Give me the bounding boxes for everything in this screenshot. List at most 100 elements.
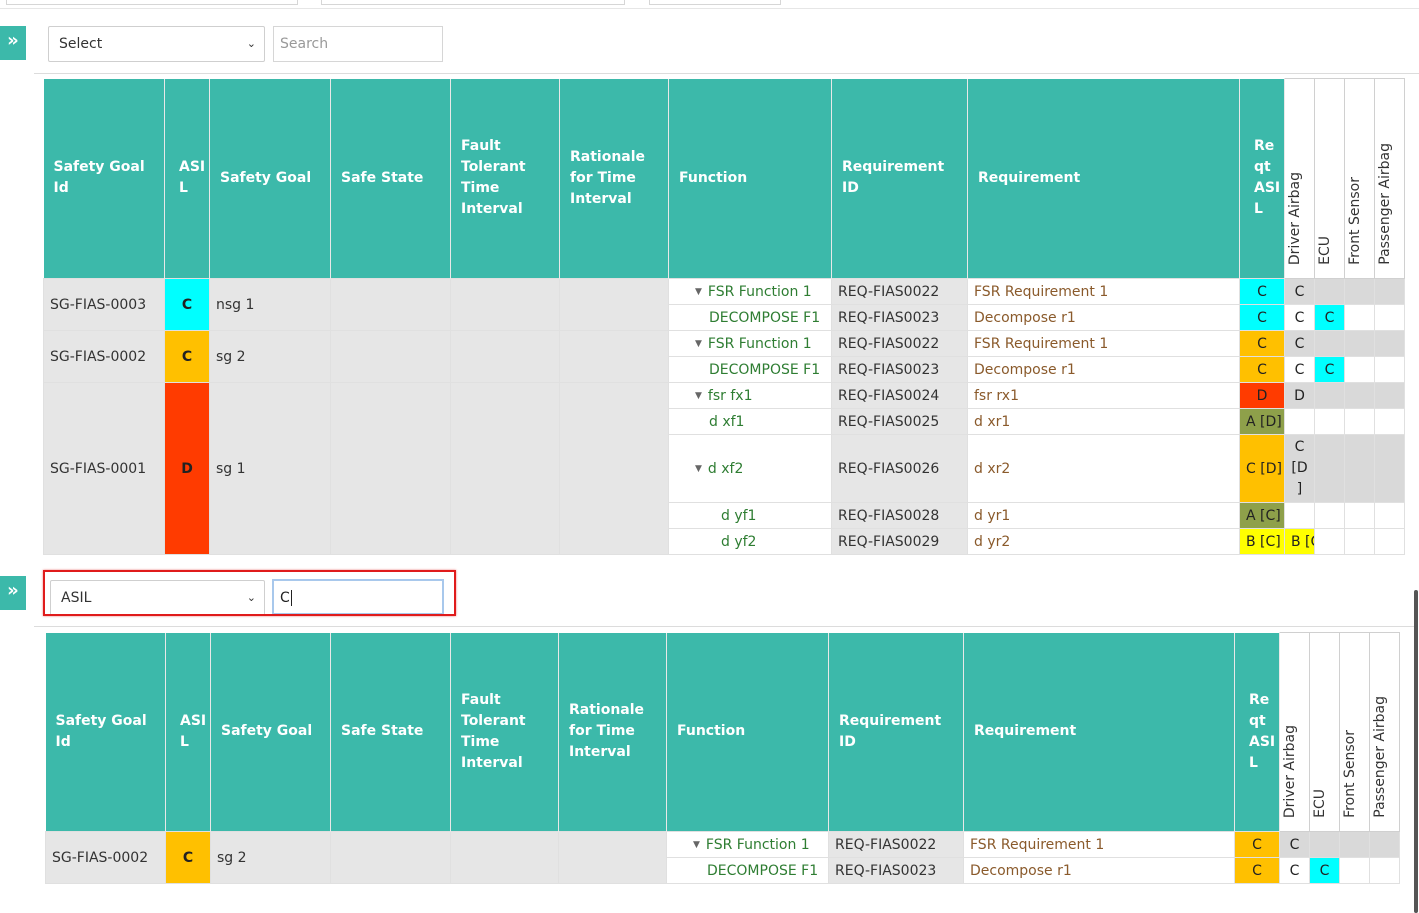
- col-header-requirement-id[interactable]: Requirement ID: [831, 78, 968, 279]
- requirement-cell[interactable]: d xr1: [967, 408, 1240, 435]
- col-header-front-sensor[interactable]: Front Sensor: [1344, 78, 1375, 279]
- col-header-asil[interactable]: ASI L: [165, 632, 211, 832]
- alloc-cell-front-sensor[interactable]: [1344, 408, 1375, 435]
- alloc-cell-front-sensor[interactable]: [1344, 502, 1375, 529]
- requirement-cell[interactable]: fsr rx1: [967, 382, 1240, 409]
- alloc-cell-passenger-airbag[interactable]: [1374, 278, 1405, 305]
- alloc-cell-passenger-airbag[interactable]: [1374, 356, 1405, 383]
- alloc-cell-passenger-airbag[interactable]: [1374, 330, 1405, 357]
- col-header-front-sensor[interactable]: Front Sensor: [1339, 632, 1370, 832]
- requirement-cell[interactable]: d yr1: [967, 502, 1240, 529]
- function-cell[interactable]: DECOMPOSE F1: [668, 304, 832, 331]
- function-cell[interactable]: d xf1: [668, 408, 832, 435]
- function-cell[interactable]: d yf2: [668, 528, 832, 555]
- alloc-cell-driver-airbag[interactable]: C: [1284, 356, 1315, 383]
- scrollbar[interactable]: [1414, 590, 1418, 913]
- alloc-cell-passenger-airbag[interactable]: [1374, 408, 1405, 435]
- expand-sidebar-button[interactable]: »: [0, 576, 26, 610]
- alloc-cell-driver-airbag[interactable]: C: [1279, 857, 1310, 884]
- function-cell[interactable]: ▼ FSR Function 1: [666, 831, 829, 858]
- alloc-cell-ecu[interactable]: [1314, 502, 1345, 529]
- function-cell[interactable]: ▼ d xf2: [668, 434, 832, 503]
- triangle-down-icon[interactable]: ▼: [695, 391, 702, 401]
- col-header-safety-goal-id[interactable]: Safety Goal Id: [45, 632, 166, 832]
- alloc-cell-ecu[interactable]: C: [1314, 304, 1345, 331]
- function-cell[interactable]: DECOMPOSE F1: [666, 857, 829, 884]
- col-header-requirement[interactable]: Requirement: [967, 78, 1240, 279]
- alloc-cell-passenger-airbag[interactable]: [1369, 831, 1400, 858]
- triangle-down-icon[interactable]: ▼: [695, 464, 702, 474]
- requirement-cell[interactable]: FSR Requirement 1: [967, 330, 1240, 357]
- col-header-requirement[interactable]: Requirement: [963, 632, 1235, 832]
- col-header-ftti[interactable]: Fault Tolerant Time Interval: [450, 632, 559, 832]
- alloc-cell-passenger-airbag[interactable]: [1369, 857, 1400, 884]
- triangle-down-icon[interactable]: ▼: [695, 287, 702, 297]
- col-header-passenger-airbag[interactable]: Passenger Airbag: [1369, 632, 1400, 832]
- alloc-cell-front-sensor[interactable]: [1344, 356, 1375, 383]
- alloc-cell-driver-airbag[interactable]: C: [1284, 330, 1315, 357]
- triangle-down-icon[interactable]: ▼: [693, 840, 700, 850]
- requirement-cell[interactable]: FSR Requirement 1: [967, 278, 1240, 305]
- table-row[interactable]: SG-FIAS-0003 C nsg 1 ▼ FSR Function 1 REQ…: [43, 278, 1405, 331]
- alloc-cell-driver-airbag[interactable]: [1284, 502, 1315, 529]
- alloc-cell-front-sensor[interactable]: [1344, 382, 1375, 409]
- col-header-driver-airbag[interactable]: Driver Airbag: [1284, 78, 1315, 279]
- col-header-safety-goal-id[interactable]: Safety Goal Id: [43, 78, 165, 279]
- alloc-cell-driver-airbag[interactable]: C: [1284, 278, 1315, 305]
- requirement-cell[interactable]: Decompose r1: [967, 304, 1240, 331]
- function-cell[interactable]: ▼ FSR Function 1: [668, 278, 832, 305]
- alloc-cell-ecu[interactable]: [1314, 382, 1345, 409]
- col-header-rationale[interactable]: Rationale for Time Interval: [559, 78, 669, 279]
- function-cell[interactable]: d yf1: [668, 502, 832, 529]
- col-header-safety-goal[interactable]: Safety Goal: [210, 632, 331, 832]
- top-field-1[interactable]: [6, 0, 298, 5]
- col-header-function[interactable]: Function: [668, 78, 832, 279]
- requirement-cell[interactable]: d xr2: [967, 434, 1240, 503]
- requirement-cell[interactable]: d yr2: [967, 528, 1240, 555]
- col-header-passenger-airbag[interactable]: Passenger Airbag: [1374, 78, 1405, 279]
- col-header-asil[interactable]: ASI L: [164, 78, 210, 279]
- col-header-safe-state[interactable]: Safe State: [330, 632, 451, 832]
- filter-column-select[interactable]: ASIL ⌄: [50, 580, 265, 616]
- col-header-req-asil[interactable]: Re qt ASI L: [1239, 78, 1285, 279]
- table-row[interactable]: SG-FIAS-0001 D sg 1 ▼ fsr fx1 REQ-FIAS002…: [43, 382, 1405, 555]
- function-cell[interactable]: ▼ fsr fx1: [668, 382, 832, 409]
- col-header-safe-state[interactable]: Safe State: [330, 78, 451, 279]
- alloc-cell-ecu[interactable]: [1314, 278, 1345, 305]
- alloc-cell-ecu[interactable]: [1314, 408, 1345, 435]
- col-header-rationale[interactable]: Rationale for Time Interval: [558, 632, 667, 832]
- alloc-cell-driver-airbag[interactable]: C: [1284, 304, 1315, 331]
- alloc-cell-front-sensor[interactable]: [1344, 278, 1375, 305]
- alloc-cell-passenger-airbag[interactable]: [1374, 304, 1405, 331]
- search-input[interactable]: Search: [273, 26, 443, 62]
- alloc-cell-passenger-airbag[interactable]: [1374, 528, 1405, 555]
- col-header-ecu[interactable]: ECU: [1309, 632, 1340, 832]
- alloc-cell-driver-airbag[interactable]: [1284, 408, 1315, 435]
- filter-column-select[interactable]: Select ⌄: [48, 26, 265, 62]
- function-cell[interactable]: ▼ FSR Function 1: [668, 330, 832, 357]
- alloc-cell-driver-airbag[interactable]: B [C]: [1284, 528, 1315, 555]
- alloc-cell-front-sensor[interactable]: [1344, 528, 1375, 555]
- alloc-cell-front-sensor[interactable]: [1339, 831, 1370, 858]
- col-header-ecu[interactable]: ECU: [1314, 78, 1345, 279]
- col-header-driver-airbag[interactable]: Driver Airbag: [1279, 632, 1310, 832]
- alloc-cell-ecu[interactable]: [1314, 434, 1345, 503]
- alloc-cell-driver-airbag[interactable]: D: [1284, 382, 1315, 409]
- requirement-cell[interactable]: FSR Requirement 1: [963, 831, 1235, 858]
- top-field-2[interactable]: [321, 0, 625, 5]
- col-header-safety-goal[interactable]: Safety Goal: [209, 78, 331, 279]
- alloc-cell-ecu[interactable]: [1314, 528, 1345, 555]
- alloc-cell-front-sensor[interactable]: [1344, 330, 1375, 357]
- col-header-function[interactable]: Function: [666, 632, 829, 832]
- alloc-cell-passenger-airbag[interactable]: [1374, 434, 1405, 503]
- alloc-cell-passenger-airbag[interactable]: [1374, 502, 1405, 529]
- alloc-cell-ecu[interactable]: [1309, 831, 1340, 858]
- triangle-down-icon[interactable]: ▼: [695, 339, 702, 349]
- expand-sidebar-button[interactable]: »: [0, 26, 26, 60]
- col-header-req-asil[interactable]: Re qt ASI L: [1234, 632, 1280, 832]
- function-cell[interactable]: DECOMPOSE F1: [668, 356, 832, 383]
- col-header-ftti[interactable]: Fault Tolerant Time Interval: [450, 78, 560, 279]
- alloc-cell-driver-airbag[interactable]: C [D ]: [1284, 434, 1315, 503]
- table-row[interactable]: SG-FIAS-0002 C sg 2 ▼ FSR Function 1 REQ-…: [43, 330, 1405, 383]
- top-field-3[interactable]: [649, 0, 781, 5]
